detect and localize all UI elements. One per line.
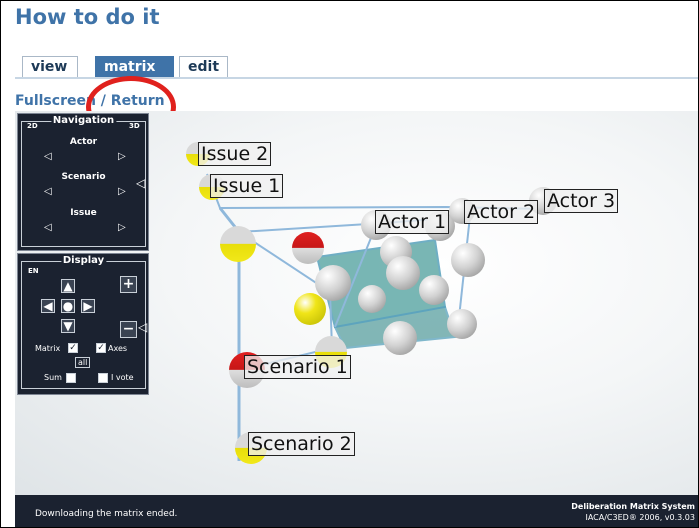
actor-2-label: Actor 2 xyxy=(464,200,539,224)
actor-1-label: Actor 1 xyxy=(375,210,450,234)
matrix-ball[interactable] xyxy=(386,256,420,290)
scenario-left-triangle[interactable]: ◁ xyxy=(44,186,52,197)
display-title: Display xyxy=(60,255,107,266)
center-dot-icon[interactable]: ● xyxy=(61,299,75,313)
tab-bar: view matrix edit xyxy=(15,52,698,79)
sum-label: Sum xyxy=(44,373,62,382)
scenario-label: Scenario xyxy=(61,172,106,182)
yellow-ball[interactable] xyxy=(294,293,326,325)
tab-view[interactable]: view xyxy=(22,56,78,77)
vote-checkbox[interactable] xyxy=(98,373,108,383)
brand-version: IACA/C3ED® 2006, v0.3.03 xyxy=(585,513,695,522)
vote-label: I vote xyxy=(111,373,134,382)
triangle-left-icon[interactable]: ◁ xyxy=(136,176,145,190)
triangle-left-icon[interactable]: ◁ xyxy=(138,320,147,334)
navigation-title: Navigation xyxy=(50,115,117,126)
scenario-1-label: Scenario 1 xyxy=(244,355,351,379)
arrow-right-icon[interactable]: ▶ xyxy=(81,299,95,313)
mode-3d[interactable]: 3D xyxy=(129,122,140,130)
status-bar: Downloading the matrix ended. Deliberati… xyxy=(15,495,698,527)
matrix-ball[interactable] xyxy=(419,275,449,305)
issue-1-label: Issue 1 xyxy=(210,174,284,198)
issue-2-label: Issue 2 xyxy=(198,142,272,166)
actor-right-triangle[interactable]: ▷ xyxy=(118,151,126,162)
arrow-left-icon[interactable]: ◀ xyxy=(41,299,55,313)
all-button[interactable]: all xyxy=(75,357,91,368)
red-ball[interactable] xyxy=(292,232,324,264)
matrix-viewer[interactable]: Issue 2 Issue 1 Actor 1 Actor 2 Actor 3 … xyxy=(15,111,698,495)
navigation-panel: Navigation 2D 3D Actor ◁ ▷ Scenario ◁ ▷ … xyxy=(17,113,149,251)
actor-left-triangle[interactable]: ◁ xyxy=(44,151,52,162)
matrix-ball[interactable] xyxy=(383,321,417,355)
fullscreen-link[interactable]: Fullscreen xyxy=(15,93,96,109)
scenario-right-triangle[interactable]: ▷ xyxy=(118,186,126,197)
page-title: How to do it xyxy=(15,5,160,29)
brand-title: Deliberation Matrix System xyxy=(571,502,695,511)
mode-2d[interactable]: 2D xyxy=(27,122,38,130)
issue-label: Issue xyxy=(70,208,97,218)
display-panel: Display EN ▲ ◀ ● ▶ ▼ + − ◁ Matrix ✓ ✓ Ax… xyxy=(17,253,149,395)
actor-label: Actor xyxy=(69,137,98,147)
matrix-label: Matrix xyxy=(35,344,61,353)
issue-left-triangle[interactable]: ◁ xyxy=(44,222,52,233)
language-selector[interactable]: EN xyxy=(28,267,39,275)
matrix-ball[interactable] xyxy=(447,309,477,339)
actor-3-label: Actor 3 xyxy=(544,189,619,213)
axes-label: Axes xyxy=(108,344,128,353)
matrix-ball[interactable] xyxy=(451,243,485,277)
arrow-up-icon[interactable]: ▲ xyxy=(61,279,75,293)
issue-right-triangle[interactable]: ▷ xyxy=(118,222,126,233)
scenario-2-label: Scenario 2 xyxy=(248,432,355,456)
tab-matrix[interactable]: matrix xyxy=(95,56,174,77)
matrix-ball[interactable] xyxy=(315,265,351,301)
status-text: Downloading the matrix ended. xyxy=(35,509,178,519)
minus-icon[interactable]: − xyxy=(120,321,137,338)
app-window: How to do it view matrix edit Fullscreen… xyxy=(0,0,699,528)
scenario-axis-ball[interactable] xyxy=(220,226,256,262)
tab-edit[interactable]: edit xyxy=(179,56,228,77)
arrow-down-icon[interactable]: ▼ xyxy=(61,319,75,333)
matrix-ball[interactable] xyxy=(358,285,386,313)
navigation-fieldset: Navigation 2D 3D Actor ◁ ▷ Scenario ◁ ▷ … xyxy=(21,115,146,247)
matrix-checkbox[interactable]: ✓ xyxy=(68,343,78,353)
display-fieldset: Display EN ▲ ◀ ● ▶ ▼ + − ◁ Matrix ✓ ✓ Ax… xyxy=(21,255,147,389)
sum-checkbox[interactable] xyxy=(66,373,76,383)
plus-icon[interactable]: + xyxy=(120,276,137,293)
axes-checkbox[interactable]: ✓ xyxy=(96,343,106,353)
